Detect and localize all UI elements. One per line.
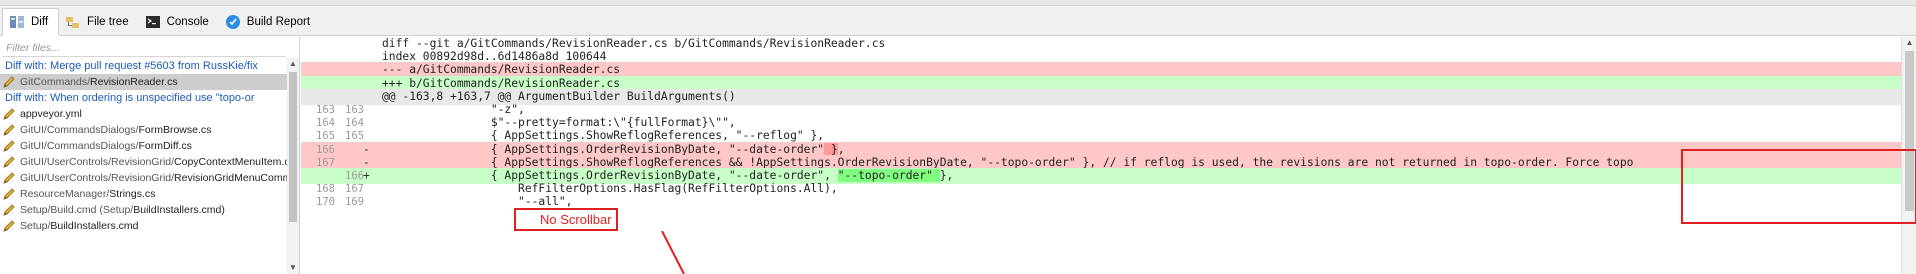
- code-segment: @@ -163,8 +163,7 @@ ArgumentBuilder Buil…: [382, 89, 736, 103]
- code-segment: --- a/GitCommands/RevisionReader.cs: [382, 63, 621, 77]
- console-icon: [145, 14, 161, 30]
- file-name: BuildInstallers.cmd): [133, 204, 225, 216]
- code-segment: diff --git a/GitCommands/RevisionReader.…: [382, 37, 886, 50]
- code-highlight-segment: }: [824, 142, 838, 156]
- modified-file-pencil-icon: [3, 156, 15, 168]
- code-segment: "--all",: [382, 195, 573, 209]
- tab-console[interactable]: Console: [139, 9, 219, 35]
- code-segment: RefFilterOptions.HasFlag(RefFilterOption…: [382, 182, 838, 196]
- file-list-item[interactable]: Setup/Build.cmd (Setup/BuildInstallers.c…: [0, 202, 287, 218]
- tab-console-label: Console: [166, 16, 209, 28]
- changed-files-list[interactable]: Diff with: Merge pull request #5603 from…: [0, 58, 287, 274]
- tab-build-report-label: Build Report: [246, 16, 311, 28]
- code-segment: },: [939, 169, 954, 182]
- file-directory: Setup/: [20, 220, 51, 232]
- new-line-number: 169: [345, 196, 364, 209]
- tab-file-tree[interactable]: File tree: [59, 9, 139, 35]
- annotation-label: No Scrollbar: [514, 208, 618, 231]
- scrollbar-thumb[interactable]: [289, 72, 297, 222]
- modified-file-pencil-icon: [3, 140, 15, 152]
- old-line-number: 170: [316, 196, 335, 209]
- tab-diff[interactable]: Diff: [2, 8, 60, 36]
- tab-file-tree-label: File tree: [87, 16, 129, 28]
- modified-file-pencil-icon: [3, 204, 15, 216]
- diff-viewer[interactable]: diff --git a/GitCommands/RevisionReader.…: [301, 37, 1902, 274]
- diff-group-header[interactable]: Diff with: Merge pull request #5603 from…: [0, 58, 287, 74]
- file-list-scrollbar[interactable]: ▲ ▼: [287, 58, 299, 274]
- modified-file-pencil-icon: [3, 124, 15, 136]
- tab-bar: Diff File tree Console Build Report: [0, 6, 1916, 36]
- scroll-up-arrow-icon[interactable]: ▲: [1902, 37, 1916, 49]
- file-list-item[interactable]: GitUI/UserControls/RevisionGrid/CopyCont…: [0, 154, 287, 170]
- code-segment: $"--pretty=format:\"{fullFormat}\"",: [382, 116, 736, 130]
- file-list-item[interactable]: appveyor.yml: [0, 106, 287, 122]
- diff-icon: [9, 14, 25, 30]
- modified-file-pencil-icon: [3, 172, 15, 184]
- code-segment: { AppSettings.ShowReflogReferences && !A…: [382, 155, 1634, 169]
- tab-diff-label: Diff: [31, 16, 49, 28]
- file-directory: ResourceManager/: [20, 188, 110, 200]
- code-segment: { AppSettings.OrderRevisionByDate, "--da…: [382, 142, 825, 156]
- file-directory: GitUI/UserControls/RevisionGrid/: [20, 172, 175, 184]
- file-list-item[interactable]: GitUI/UserControls/RevisionGrid/Revision…: [0, 170, 287, 186]
- scroll-down-arrow-icon[interactable]: ▼: [287, 262, 299, 274]
- diff-group-header-label: Diff with: When ordering is unspecified …: [5, 92, 255, 104]
- file-name: RevisionGridMenuComm: [174, 172, 287, 184]
- annotation-highlight-box: [1681, 149, 1916, 224]
- file-directory: GitUI/CommandsDialogs/: [20, 140, 139, 152]
- tab-build-report[interactable]: Build Report: [219, 9, 320, 35]
- file-list-item[interactable]: Setup/BuildInstallers.cmd: [0, 218, 287, 234]
- modified-file-pencil-icon: [3, 220, 15, 232]
- file-name: CopyContextMenuItem.cs: [174, 156, 287, 168]
- file-name: FormDiff.cs: [138, 140, 192, 152]
- modified-file-pencil-icon: [3, 108, 15, 120]
- diff-group-header-label: Diff with: Merge pull request #5603 from…: [5, 60, 258, 72]
- file-name: appveyor.yml: [20, 108, 82, 120]
- code-segment: { AppSettings.OrderRevisionByDate, "--da…: [382, 169, 838, 182]
- modified-file-pencil-icon: [3, 188, 15, 200]
- file-directory: GitUI/CommandsDialogs/: [20, 124, 139, 136]
- diff-group-header[interactable]: Diff with: When ordering is unspecified …: [0, 90, 287, 106]
- file-list-item[interactable]: GitUI/CommandsDialogs/FormBrowse.cs: [0, 122, 287, 138]
- code-segment: { AppSettings.ShowReflogReferences, "--r…: [382, 129, 825, 143]
- file-name: RevisionReader.cs: [90, 76, 178, 88]
- file-tree-icon: [65, 14, 81, 30]
- build-report-icon: [225, 14, 241, 30]
- code-segment: ,: [837, 142, 845, 156]
- filter-files-input[interactable]: Filter files...: [2, 39, 286, 57]
- file-directory: GitCommands/: [20, 76, 91, 88]
- file-name: Strings.cs: [109, 188, 156, 200]
- file-directory: Setup/Build.cmd (Setup/: [20, 204, 134, 216]
- scroll-up-arrow-icon[interactable]: ▲: [287, 58, 299, 70]
- file-list-item[interactable]: ResourceManager/Strings.cs: [0, 186, 287, 202]
- modified-file-pencil-icon: [3, 76, 15, 88]
- code-segment: index 00892d98d..6d1486a8d 100644: [382, 50, 607, 64]
- annotation-arrow-icon: [661, 231, 685, 274]
- file-list-item[interactable]: GitUI/CommandsDialogs/FormDiff.cs: [0, 138, 287, 154]
- code-segment: +++ b/GitCommands/RevisionReader.cs: [382, 76, 621, 90]
- code-segment: "-z",: [382, 103, 525, 116]
- file-name: BuildInstallers.cmd: [50, 220, 139, 232]
- code-highlight-segment: "--topo-order": [837, 169, 940, 182]
- file-list-panel: Filter files... Diff with: Merge pull re…: [0, 37, 300, 274]
- file-list-item[interactable]: GitCommands/RevisionReader.cs: [0, 74, 287, 90]
- file-directory: GitUI/UserControls/RevisionGrid/: [20, 156, 175, 168]
- file-name: FormBrowse.cs: [138, 124, 212, 136]
